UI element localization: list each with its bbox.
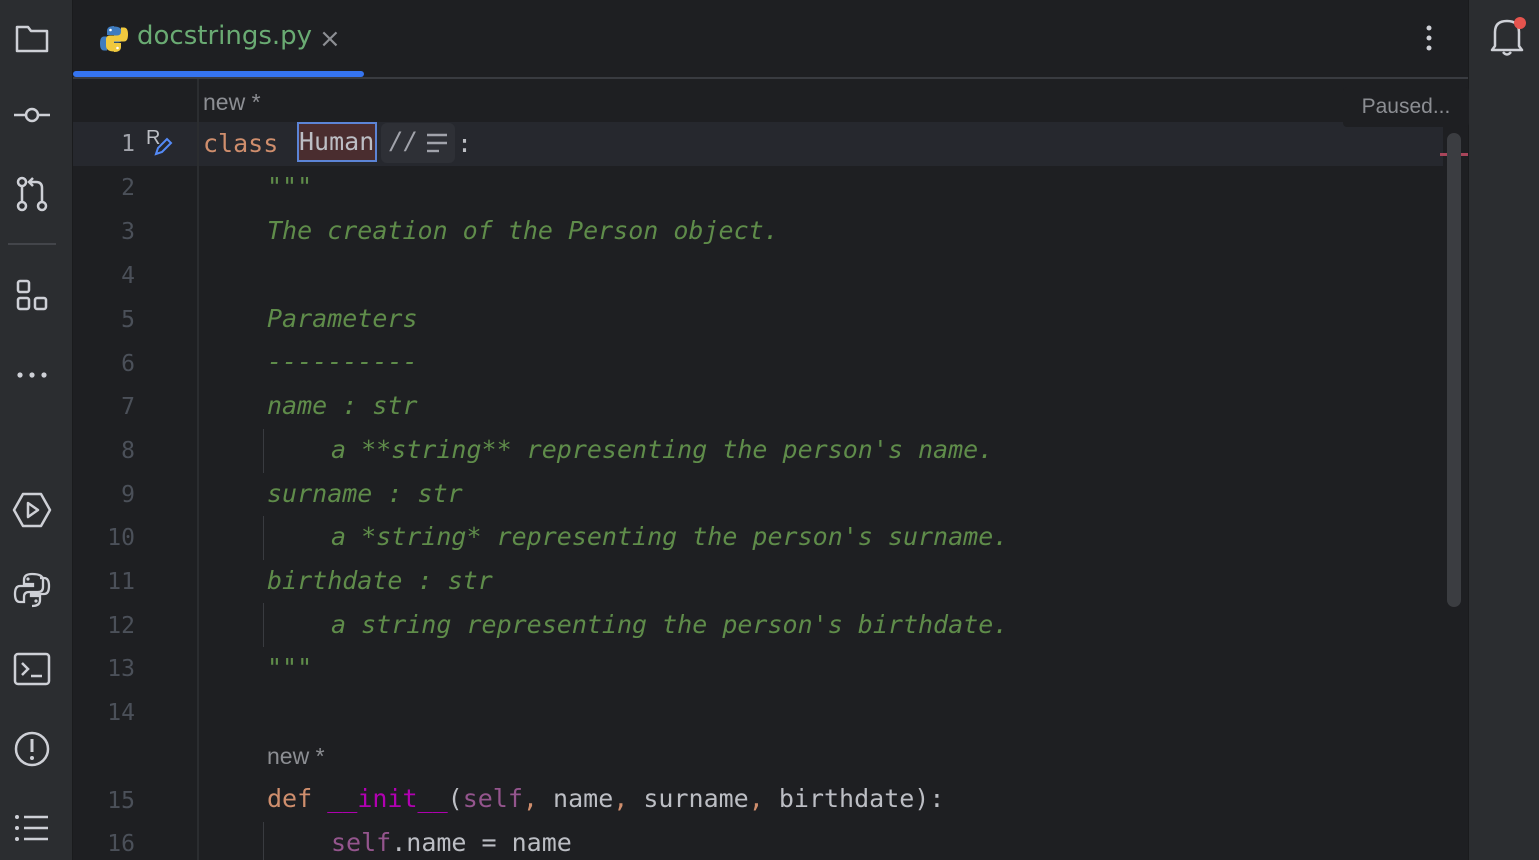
- line-number: 13: [107, 656, 135, 682]
- self-param: self: [462, 784, 523, 813]
- line-number: 4: [121, 263, 135, 289]
- docstring-param: birthdate : str: [267, 566, 493, 595]
- keyword-def: def: [267, 784, 313, 813]
- pencil-icon[interactable]: [153, 137, 173, 157]
- docstring-section-header: Parameters: [267, 304, 418, 333]
- docstring-param: surname : str: [267, 479, 463, 508]
- line-number: 8: [121, 438, 135, 464]
- structure-icon[interactable]: [12, 276, 52, 316]
- gutter-separator: [197, 79, 199, 860]
- docstring-param: name : str: [267, 391, 418, 420]
- indent-guide: [263, 822, 264, 860]
- docstring-param-desc: a string representing the person's birth…: [331, 610, 1009, 639]
- right-tool-strip: [1468, 0, 1539, 860]
- line-number: 10: [107, 525, 135, 551]
- docstring-summary: The creation of the Person object.: [267, 216, 779, 245]
- todo-icon[interactable]: [12, 808, 52, 848]
- line-number: 11: [107, 569, 135, 595]
- comment-slash-glyph: //: [389, 127, 418, 155]
- param-birthdate: birthdate):: [763, 784, 945, 813]
- tab-docstrings-py[interactable]: docstrings.py ×: [73, 0, 364, 77]
- lines-icon: [425, 131, 449, 155]
- param-name: name: [537, 784, 614, 813]
- line-number: 1: [121, 131, 135, 157]
- class-name[interactable]: Human: [299, 127, 374, 157]
- line-number: 14: [107, 700, 135, 726]
- notifications-icon[interactable]: [1487, 14, 1527, 58]
- paused-status: Paused...: [1343, 87, 1469, 127]
- docstring-param-desc: a **string** representing the person's n…: [331, 435, 994, 464]
- line-number: 2: [121, 175, 135, 201]
- python-file-icon: [99, 24, 129, 54]
- keyword-class: class: [203, 129, 279, 158]
- indent-guide: [263, 429, 264, 473]
- code-vision-author-hint[interactable]: new *: [267, 743, 325, 770]
- comma: ,: [522, 784, 538, 813]
- close-icon[interactable]: ×: [319, 24, 341, 54]
- paren-open: (: [447, 784, 463, 813]
- commit-icon[interactable]: [12, 95, 52, 135]
- code-vision-author-hint[interactable]: new *: [203, 89, 261, 116]
- line-number: 9: [121, 482, 135, 508]
- magic-method-name: __init__: [327, 784, 448, 813]
- self-ref: self: [331, 828, 392, 857]
- strip-divider: [8, 243, 56, 245]
- run-icon[interactable]: [12, 490, 52, 530]
- pull-requests-icon[interactable]: [12, 174, 52, 214]
- editor-tab-bar: docstrings.py ×: [73, 0, 1468, 79]
- render-docs-toggle[interactable]: //: [381, 123, 455, 163]
- assignment-rest: .name = name: [391, 828, 572, 857]
- terminal-icon[interactable]: [12, 649, 52, 689]
- comma: ,: [613, 784, 629, 813]
- docstring-open-quotes: """: [267, 172, 313, 201]
- tab-label: docstrings.py: [137, 21, 313, 51]
- left-tool-strip: [0, 0, 73, 860]
- vertical-scrollbar[interactable]: [1447, 133, 1461, 607]
- folder-icon[interactable]: [12, 17, 52, 57]
- code-editor[interactable]: new * Paused... 1 R 2 3 4 5 6 7 8 9 10 1…: [73, 79, 1469, 860]
- line-number: 6: [121, 351, 135, 377]
- current-line-highlight: [73, 122, 1443, 166]
- docstring-close-quotes: """: [267, 653, 313, 682]
- indent-guide: [263, 516, 264, 560]
- line-number: 12: [107, 613, 135, 639]
- python-console-icon[interactable]: [12, 570, 52, 610]
- more-vertical-icon[interactable]: [1411, 20, 1447, 56]
- docstring-param-desc: a *string* representing the person's sur…: [331, 522, 1009, 551]
- more-icon[interactable]: [12, 355, 52, 395]
- indent-guide: [263, 603, 264, 647]
- docstring-underline: ----------: [267, 347, 418, 376]
- line-number: 7: [121, 394, 135, 420]
- assignment-line: self.name = name: [331, 828, 572, 858]
- line-number: 15: [107, 788, 135, 814]
- problems-icon[interactable]: [12, 729, 52, 769]
- line-number: 3: [121, 219, 135, 245]
- line-number: 5: [121, 307, 135, 333]
- def-line: def __init__(self, name, surname, birthd…: [267, 784, 944, 814]
- param-surname: surname: [628, 784, 749, 813]
- active-tab-indicator: [73, 71, 364, 77]
- comma: ,: [748, 784, 764, 813]
- line-number: 16: [107, 831, 135, 857]
- colon: :: [457, 129, 473, 158]
